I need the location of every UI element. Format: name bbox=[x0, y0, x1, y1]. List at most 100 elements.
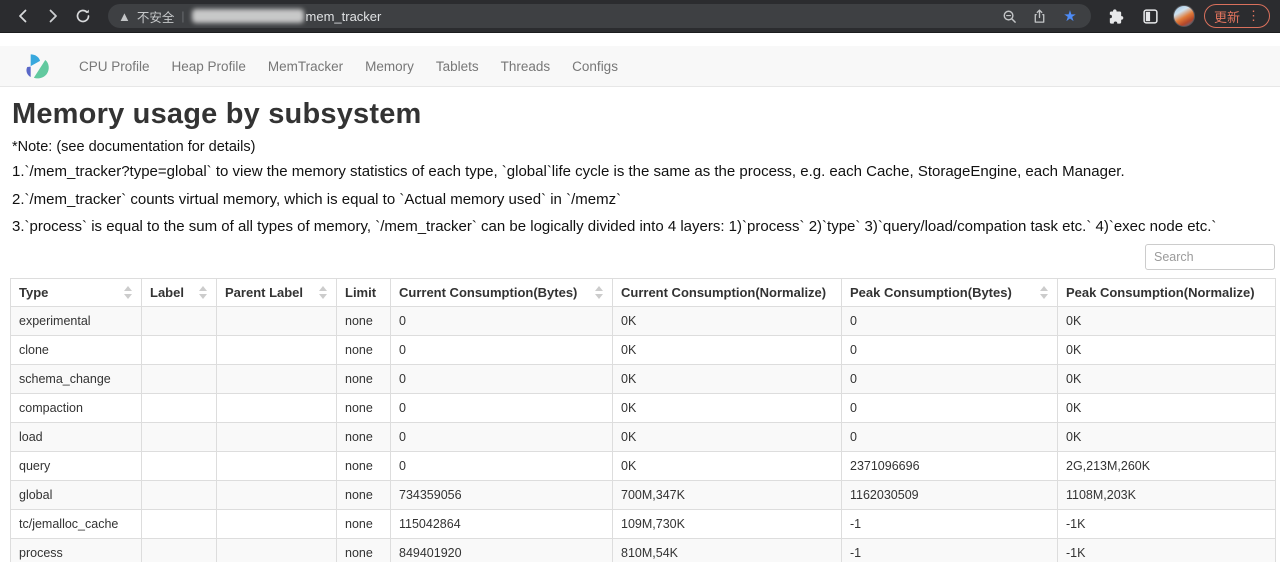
table-row: globalnone734359056700M,347K116203050911… bbox=[11, 480, 1276, 509]
table-body: experimentalnone00K00Kclonenone00K00Ksch… bbox=[11, 306, 1276, 562]
note-line-2: 2.`/mem_tracker` counts virtual memory, … bbox=[12, 189, 1280, 210]
table-cell: 2371096696 bbox=[842, 451, 1058, 480]
table-cell: -1K bbox=[1058, 538, 1276, 562]
note-heading: *Note: (see documentation for details) bbox=[12, 139, 1280, 155]
nav-item-memory[interactable]: Memory bbox=[354, 59, 425, 74]
table-cell: 0K bbox=[613, 306, 842, 335]
profile-avatar[interactable] bbox=[1173, 5, 1195, 27]
col-header-parent-label[interactable]: Parent Label bbox=[217, 278, 337, 306]
app-navbar: CPU Profile Heap Profile MemTracker Memo… bbox=[0, 46, 1280, 87]
table-row: processnone849401920810M,54K-1-1K bbox=[11, 538, 1276, 562]
table-cell: -1K bbox=[1058, 509, 1276, 538]
extensions-puzzle-icon[interactable] bbox=[1103, 3, 1129, 29]
table-cell: none bbox=[337, 306, 391, 335]
memtracker-table: Type Label Parent Label Limit Current Co… bbox=[10, 278, 1276, 562]
table-cell: compaction bbox=[11, 393, 142, 422]
table-search-input[interactable] bbox=[1145, 244, 1275, 270]
table-cell: 0 bbox=[842, 335, 1058, 364]
table-cell bbox=[217, 538, 337, 562]
nav-item-threads[interactable]: Threads bbox=[490, 59, 562, 74]
table-cell bbox=[142, 306, 217, 335]
doris-logo[interactable] bbox=[24, 53, 50, 80]
table-cell bbox=[217, 306, 337, 335]
nav-item-configs[interactable]: Configs bbox=[561, 59, 629, 74]
table-cell: none bbox=[337, 451, 391, 480]
table-cell: none bbox=[337, 393, 391, 422]
table-cell bbox=[142, 451, 217, 480]
nav-item-tablets[interactable]: Tablets bbox=[425, 59, 490, 74]
side-panel-icon[interactable] bbox=[1138, 3, 1164, 29]
sort-icon[interactable] bbox=[595, 286, 604, 299]
security-chip-label[interactable]: 不安全 bbox=[137, 7, 175, 26]
table-cell: 1162030509 bbox=[842, 480, 1058, 509]
table-cell: 0K bbox=[613, 364, 842, 393]
table-cell: 734359056 bbox=[391, 480, 613, 509]
browser-toolbar: ▲ 不安全 | mem_tracker ★ 更新 ⋮ bbox=[0, 0, 1280, 33]
update-label: 更新 bbox=[1214, 7, 1240, 26]
table-row: querynone00K23710966962G,213M,260K bbox=[11, 451, 1276, 480]
col-header-peak-bytes[interactable]: Peak Consumption(Bytes) bbox=[842, 278, 1058, 306]
table-cell: 0K bbox=[1058, 306, 1276, 335]
table-cell bbox=[142, 509, 217, 538]
table-cell: 0 bbox=[391, 364, 613, 393]
table-cell: 1108M,203K bbox=[1058, 480, 1276, 509]
table-row: loadnone00K00K bbox=[11, 422, 1276, 451]
table-cell bbox=[217, 509, 337, 538]
table-cell: 0K bbox=[613, 393, 842, 422]
address-bar[interactable]: ▲ 不安全 | mem_tracker ★ bbox=[108, 4, 1091, 28]
table-row: compactionnone00K00K bbox=[11, 393, 1276, 422]
table-cell: 849401920 bbox=[391, 538, 613, 562]
table-cell: none bbox=[337, 335, 391, 364]
table-cell: 0 bbox=[391, 393, 613, 422]
table-cell: experimental bbox=[11, 306, 142, 335]
table-cell: none bbox=[337, 509, 391, 538]
table-cell: tc/jemalloc_cache bbox=[11, 509, 142, 538]
note-line-3: 3.`process` is equal to the sum of all t… bbox=[12, 216, 1280, 237]
nav-item-cpu-profile[interactable]: CPU Profile bbox=[68, 59, 161, 74]
table-cell: 0K bbox=[613, 422, 842, 451]
table-cell bbox=[217, 451, 337, 480]
table-cell: none bbox=[337, 422, 391, 451]
col-header-current-normalize: Current Consumption(Normalize) bbox=[613, 278, 842, 306]
sort-icon[interactable] bbox=[319, 286, 328, 299]
zoom-search-icon[interactable] bbox=[999, 5, 1021, 27]
table-cell: 0 bbox=[842, 364, 1058, 393]
back-icon[interactable] bbox=[10, 3, 36, 29]
nav-item-heap-profile[interactable]: Heap Profile bbox=[161, 59, 257, 74]
table-cell bbox=[217, 393, 337, 422]
kebab-menu-icon[interactable]: ⋮ bbox=[1247, 8, 1260, 24]
nav-item-memtracker[interactable]: MemTracker bbox=[257, 59, 354, 74]
table-row: experimentalnone00K00K bbox=[11, 306, 1276, 335]
sort-icon[interactable] bbox=[199, 286, 208, 299]
table-cell: process bbox=[11, 538, 142, 562]
browser-update-button[interactable]: 更新 ⋮ bbox=[1204, 4, 1270, 28]
page-content: Memory usage by subsystem *Note: (see do… bbox=[0, 98, 1280, 562]
bookmark-star-icon[interactable]: ★ bbox=[1059, 5, 1081, 27]
table-cell: global bbox=[11, 480, 142, 509]
table-cell bbox=[142, 422, 217, 451]
forward-icon[interactable] bbox=[40, 3, 66, 29]
table-cell: none bbox=[337, 538, 391, 562]
table-cell: 0 bbox=[391, 422, 613, 451]
col-header-current-bytes[interactable]: Current Consumption(Bytes) bbox=[391, 278, 613, 306]
table-cell: 0 bbox=[842, 422, 1058, 451]
url-separator: | bbox=[181, 9, 184, 23]
table-cell bbox=[142, 364, 217, 393]
table-cell: 0 bbox=[842, 393, 1058, 422]
table-cell: 115042864 bbox=[391, 509, 613, 538]
reload-icon[interactable] bbox=[70, 3, 96, 29]
sort-icon[interactable] bbox=[1040, 286, 1049, 299]
table-cell: 810M,54K bbox=[613, 538, 842, 562]
sort-icon[interactable] bbox=[124, 286, 133, 299]
table-cell: 0 bbox=[391, 335, 613, 364]
toolbar-right-cluster: 更新 ⋮ bbox=[1103, 3, 1270, 29]
table-cell: clone bbox=[11, 335, 142, 364]
col-header-label[interactable]: Label bbox=[142, 278, 217, 306]
col-header-type[interactable]: Type bbox=[11, 278, 142, 306]
table-cell bbox=[142, 538, 217, 562]
table-cell: 0K bbox=[613, 335, 842, 364]
table-cell: schema_change bbox=[11, 364, 142, 393]
table-cell: none bbox=[337, 480, 391, 509]
share-icon[interactable] bbox=[1029, 5, 1051, 27]
table-cell bbox=[142, 480, 217, 509]
